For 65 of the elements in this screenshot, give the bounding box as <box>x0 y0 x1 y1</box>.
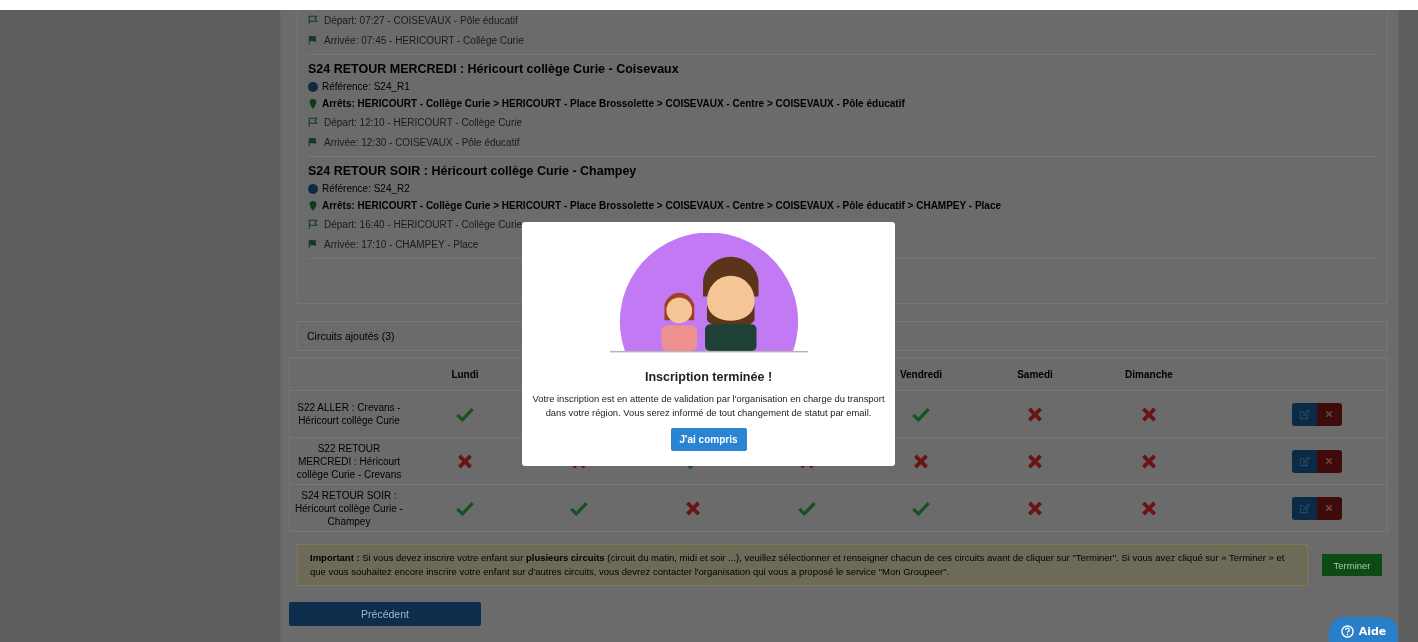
arrival-text: Arrivée: 07:45 - HERICOURT - Collège Curie <box>324 34 524 46</box>
close-icon <box>1325 410 1333 418</box>
column-header: Samedi <box>1017 368 1053 380</box>
column-header: Vendredi <box>899 368 943 380</box>
departure-text: Départ: 12:10 - HERICOURT - Collège Curie <box>324 116 523 128</box>
reference-text: Référence: S24_R2 <box>322 183 410 194</box>
cross-icon <box>456 453 474 469</box>
cross-icon <box>1026 500 1044 516</box>
delete-button[interactable] <box>1316 402 1342 426</box>
check-icon <box>456 500 474 516</box>
check-icon <box>570 500 588 516</box>
cross-icon <box>1140 453 1158 469</box>
edit-button[interactable] <box>1291 449 1317 473</box>
checkered-flag-icon <box>308 239 318 249</box>
checkered-flag-icon <box>308 35 318 45</box>
circuit-title: S24 RETOUR SOIR : Héricourt collège Curie - Champey <box>308 164 638 178</box>
checkered-flag-icon <box>308 137 318 147</box>
check-icon <box>912 406 930 422</box>
finish-button[interactable]: Terminer <box>1322 554 1382 576</box>
edit-icon <box>1298 455 1310 467</box>
cross-icon <box>1140 500 1158 516</box>
map-pin-icon <box>308 200 318 211</box>
edit-button[interactable] <box>1291 402 1317 426</box>
cross-icon <box>1026 453 1044 469</box>
circuit-title: S24 RETOUR MERCREDI : Héricourt collège Curie - Coisevaux <box>308 62 680 76</box>
close-icon <box>1325 457 1333 465</box>
column-header: Lundi <box>451 368 479 380</box>
dialog-title: Inscription terminée ! <box>644 370 773 384</box>
info-icon <box>308 183 318 194</box>
confirm-button[interactable]: J'ai compris <box>670 428 747 451</box>
departure-text: Départ: 16:40 - HERICOURT - Collège Curie <box>324 218 523 230</box>
cross-icon <box>684 500 702 516</box>
stops-text: Arrêts: HERICOURT - Collège Curie > HERICOURT - Place Brossolette > COISEVAUX - Centre > COISEVAUX - Pôle éducatif > CHAMPEY - Place <box>322 200 1002 211</box>
help-button[interactable]: Aide <box>1329 617 1398 642</box>
arrival-text: Arrivée: 17:10 - CHAMPEY - Place <box>324 238 479 250</box>
departure-text: Départ: 07:27 - COISEVAUX - Pôle éducatif <box>324 14 518 26</box>
help-icon <box>1340 625 1354 638</box>
edit-button[interactable] <box>1291 496 1317 520</box>
circuit-name: S22 RETOUR MERCREDI : Héricourt collège Curie - Crevans <box>296 442 402 480</box>
close-icon <box>1325 504 1333 512</box>
delete-button[interactable] <box>1316 449 1342 473</box>
cross-icon <box>912 453 930 469</box>
arrival-text: Arrivée: 12:30 - COISEVAUX - Pôle éducatif <box>324 136 520 148</box>
edit-icon <box>1298 408 1310 420</box>
check-icon <box>798 500 816 516</box>
delete-button[interactable] <box>1316 496 1342 520</box>
section-title: Circuits ajoutés (3) <box>307 330 395 342</box>
reference-text: Référence: S24_R1 <box>322 81 410 92</box>
check-icon <box>456 406 474 422</box>
dialog-message: Votre inscription est en attente de validation par l'organisation en charge du transport dans votre région. Vous serez informé de tout changement de statut par email. <box>531 392 886 419</box>
circuit-name: S24 RETOUR SOIR : Héricourt collège Curie - Champey <box>295 489 403 527</box>
important-notice: Important : Si vous devez inscrire votre enfant sur plusieurs circuits (circuit du matin, midi et soir ...), veuillez sélectionner et renseigner chacun de ces circuits avant de cliquer sur "Terminer". Si vous avez cliqué sur « Terminer » et que vous souhaitez encore inscrire votre enfant sur d'autres circuits, vous devrez contacter l'organisation qui vous a proposé le service "Mon Groupeer". <box>297 544 1308 586</box>
check-icon <box>912 500 930 516</box>
cross-icon <box>1026 406 1044 422</box>
info-icon <box>308 81 318 92</box>
circuit-name: S22 ALLER : Crevans - Héricourt collège Curie <box>297 402 401 426</box>
column-header: Dimanche <box>1125 368 1173 380</box>
flag-icon <box>308 117 318 127</box>
previous-button[interactable]: Précédent <box>289 602 481 626</box>
stops-text: Arrêts: HERICOURT - Collège Curie > HERICOURT - Place Brossolette > COISEVAUX - Centre > COISEVAUX - Pôle éducatif <box>322 98 905 109</box>
cross-icon <box>1140 406 1158 422</box>
map-pin-icon <box>308 98 318 109</box>
flag-icon <box>308 219 318 229</box>
flag-icon <box>308 15 318 25</box>
edit-icon <box>1298 502 1310 514</box>
